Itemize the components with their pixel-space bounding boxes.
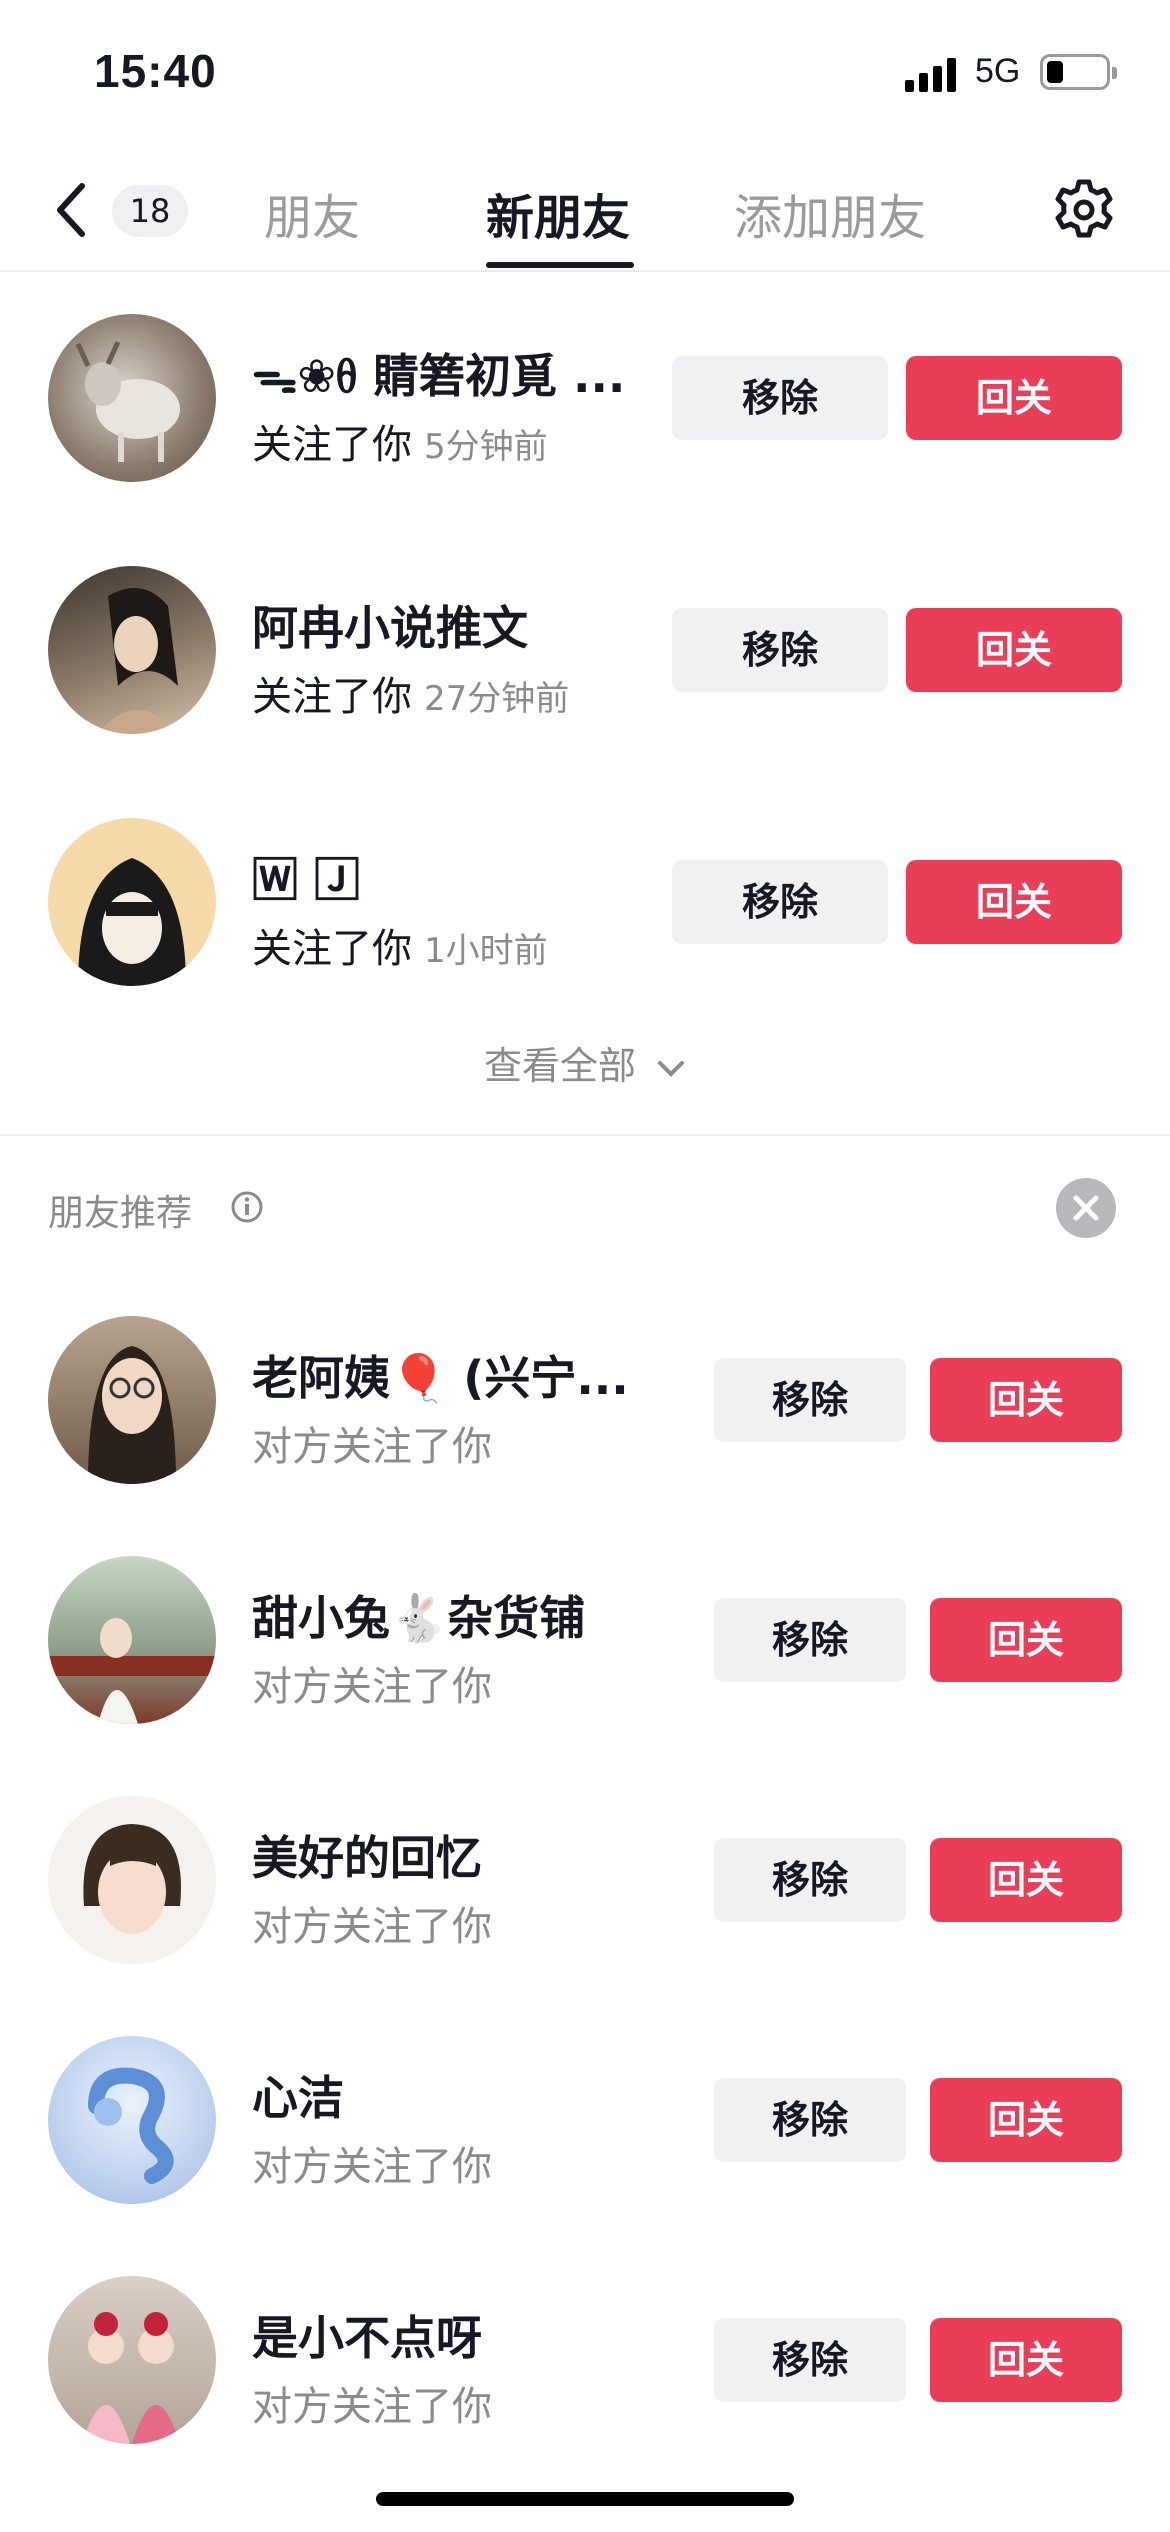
follower-status: 关注了你 27分钟前: [252, 674, 570, 720]
network-label: 5G: [975, 52, 1021, 90]
follow-back-button[interactable]: 回关: [906, 608, 1122, 692]
tab-add-friends[interactable]: 添加朋友: [734, 178, 926, 248]
list-item[interactable]: 🅆 🄹 关注了你 1小时前 移除 回关: [0, 818, 1170, 1008]
view-all-label: 查看全部: [483, 1044, 636, 1088]
remove-button[interactable]: 移除: [714, 2318, 906, 2402]
follow-back-button[interactable]: 回关: [906, 860, 1122, 944]
avatar[interactable]: [48, 2276, 216, 2444]
remove-button[interactable]: 移除: [672, 860, 888, 944]
list-item[interactable]: 心洁 对方关注了你 移除 回关: [0, 2036, 1170, 2226]
recommend-sub: 对方关注了你: [252, 1424, 492, 1470]
recommend-name: 美好的回忆: [252, 1831, 482, 1885]
follow-back-button[interactable]: 回关: [930, 2078, 1122, 2162]
follow-back-button[interactable]: 回关: [906, 356, 1122, 440]
follow-back-button[interactable]: 回关: [930, 1598, 1122, 1682]
follower-status: 关注了你 5分钟前: [252, 422, 548, 468]
list-item[interactable]: 阿冉小说推文 关注了你 27分钟前 移除 回关: [0, 566, 1170, 756]
follow-back-button[interactable]: 回关: [930, 2318, 1122, 2402]
tab-friends[interactable]: 朋友: [264, 178, 360, 248]
avatar[interactable]: [48, 566, 216, 734]
close-icon: [1073, 1195, 1099, 1221]
avatar[interactable]: [48, 2036, 216, 2204]
avatar[interactable]: [48, 314, 216, 482]
status-time: 15:40: [94, 45, 217, 97]
avatar[interactable]: [48, 818, 216, 986]
list-item[interactable]: ᯓ❀ᦲ 䝼箬初覓 ... 关注了你 5分钟前 移除 回关: [0, 314, 1170, 504]
home-indicator[interactable]: [376, 2492, 794, 2506]
follow-back-button[interactable]: 回关: [930, 1358, 1122, 1442]
recommend-sub: 对方关注了你: [252, 1664, 492, 1710]
battery-icon: [1040, 54, 1117, 90]
recommend-name: 是小不点呀: [252, 2311, 482, 2365]
list-item[interactable]: 是小不点呀 对方关注了你 移除 回关: [0, 2276, 1170, 2466]
tab-new-friends[interactable]: 新朋友: [486, 178, 630, 248]
list-item[interactable]: 老阿姨🎈 (兴宁... 对方关注了你 移除 回关: [0, 1316, 1170, 1506]
back-icon[interactable]: [48, 180, 98, 240]
follower-name: ᯓ❀ᦲ 䝼箬初覓 ...: [252, 349, 626, 403]
follower-status: 关注了你 1小时前: [252, 926, 548, 972]
section-divider: [0, 1134, 1170, 1136]
follower-name: 🅆 🄹: [252, 853, 361, 907]
remove-button[interactable]: 移除: [672, 608, 888, 692]
unread-badge: 18: [112, 185, 188, 237]
follow-back-button[interactable]: 回关: [930, 1838, 1122, 1922]
list-item[interactable]: 美好的回忆 对方关注了你 移除 回关: [0, 1796, 1170, 1986]
signal-icon: [905, 58, 956, 92]
dismiss-recommendations-button[interactable]: [1056, 1178, 1116, 1238]
list-item[interactable]: 甜小兔🐇杂货铺 对方关注了你 移除 回关: [0, 1556, 1170, 1746]
recommend-name: 心洁: [252, 2071, 344, 2125]
top-nav: 18 朋友 新朋友 添加朋友: [0, 150, 1170, 272]
remove-button[interactable]: 移除: [672, 356, 888, 440]
recommend-sub: 对方关注了你: [252, 2384, 492, 2430]
recommend-sub: 对方关注了你: [252, 2144, 492, 2190]
remove-button[interactable]: 移除: [714, 1358, 906, 1442]
remove-button[interactable]: 移除: [714, 2078, 906, 2162]
info-icon[interactable]: [230, 1190, 264, 1224]
remove-button[interactable]: 移除: [714, 1838, 906, 1922]
active-tab-indicator: [486, 262, 634, 268]
recommend-sub: 对方关注了你: [252, 1904, 492, 1950]
section-title: 朋友推荐: [48, 1193, 193, 1234]
follower-name: 阿冉小说推文: [252, 601, 528, 655]
avatar[interactable]: [48, 1796, 216, 1964]
view-all-link[interactable]: 查看全部: [0, 1035, 1170, 1090]
avatar[interactable]: [48, 1316, 216, 1484]
chevron-down-icon: [658, 1060, 685, 1077]
remove-button[interactable]: 移除: [714, 1598, 906, 1682]
avatar[interactable]: [48, 1556, 216, 1724]
recommend-name: 老阿姨🎈 (兴宁...: [252, 1351, 629, 1405]
recommend-name: 甜小兔🐇杂货铺: [252, 1591, 586, 1645]
gear-icon[interactable]: [1052, 178, 1116, 242]
status-bar: 15:40 5G: [0, 0, 1170, 140]
